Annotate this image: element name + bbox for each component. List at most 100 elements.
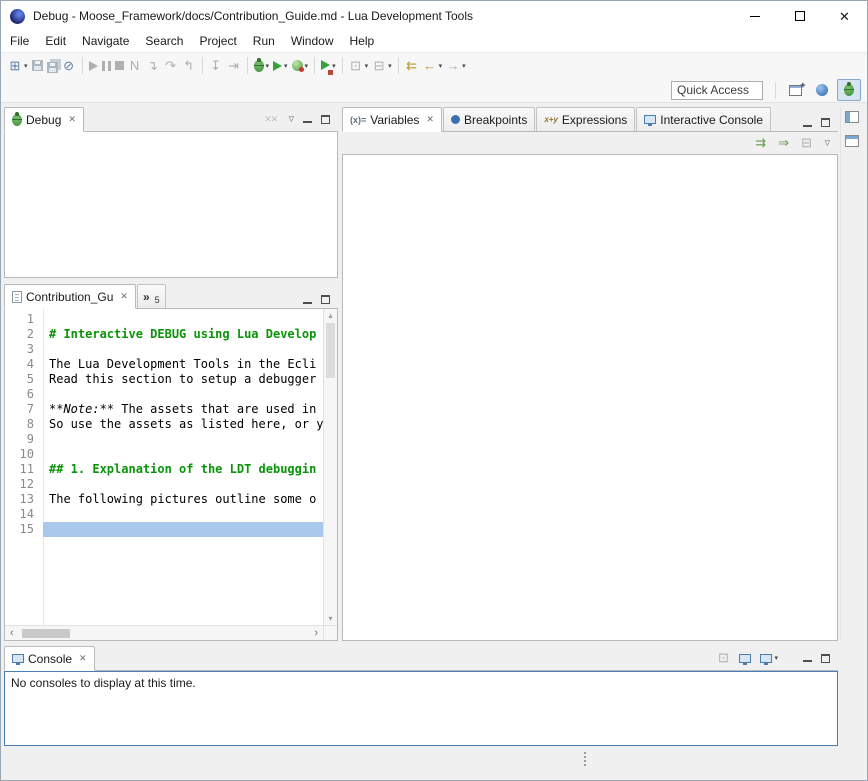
tab-contribution-guide[interactable]: Contribution_Gu ✕ xyxy=(4,284,136,309)
debug-button[interactable]: ▾ xyxy=(252,55,272,77)
debug-view: Debug ✕ ✕✕ ▽ xyxy=(4,107,338,278)
chevron-down-icon: ▾ xyxy=(305,62,309,70)
close-icon[interactable]: ✕ xyxy=(68,114,76,125)
restore-view-button-2[interactable] xyxy=(845,135,859,147)
save-button[interactable] xyxy=(30,55,45,77)
tab-debug[interactable]: Debug ✕ xyxy=(4,107,84,132)
open-perspective-icon xyxy=(789,85,802,96)
suspend-button[interactable] xyxy=(100,55,113,77)
last-edit-location-button[interactable]: ⇇ xyxy=(403,55,421,77)
menu-item[interactable]: Search xyxy=(137,31,191,52)
show-columns-button[interactable]: ⇒ xyxy=(777,135,791,151)
debug-view-content xyxy=(4,132,338,278)
tab-variables[interactable]: (x)= Variables ✕ xyxy=(342,107,442,132)
step-filters-button[interactable]: ⇥ xyxy=(225,55,243,77)
menu-item[interactable]: Edit xyxy=(37,31,74,52)
minimize-view-button[interactable] xyxy=(803,659,812,662)
debug-perspective-button[interactable] xyxy=(837,79,861,101)
drop-to-frame-button[interactable]: ↧ xyxy=(207,55,225,77)
horizontal-scrollbar[interactable]: ‹ › xyxy=(5,625,323,640)
step-return-button[interactable]: ↰ xyxy=(180,55,198,77)
terminate-icon xyxy=(115,61,124,70)
vertical-scroll-thumb[interactable] xyxy=(326,323,335,378)
tab-interactive-console[interactable]: Interactive Console xyxy=(636,107,771,131)
menu-item[interactable]: Navigate xyxy=(74,31,137,52)
quick-access-row: Quick Access xyxy=(1,78,867,102)
resume-button[interactable] xyxy=(87,55,100,77)
plain-text: The following pictures outline some o xyxy=(49,492,316,506)
console-tabbar: Console ✕ ⊡ ▾ xyxy=(4,646,838,671)
view-menu-icon[interactable]: ▽ xyxy=(289,115,294,123)
forward-button[interactable]: →▾ xyxy=(444,55,468,77)
show-logical-structure-button[interactable]: ⇉ xyxy=(754,135,768,151)
editor-tab-overflow[interactable]: » 5 xyxy=(137,284,166,308)
open-console-page-button[interactable]: ⊡ xyxy=(716,650,730,666)
line-number: 4 xyxy=(5,357,43,372)
step-into-button[interactable]: ↴ xyxy=(144,55,162,77)
scroll-down-icon[interactable]: ▾ xyxy=(328,614,332,623)
debug-view-toolbar: ✕✕ ▽ xyxy=(264,111,338,131)
variables-view: (x)= Variables ✕ Breakpoints x+y Express… xyxy=(342,107,838,641)
chevron-down-icon: ▾ xyxy=(462,62,466,70)
header-separator xyxy=(1,102,867,103)
plain-text: So use the assets as listed here, or y xyxy=(49,417,323,431)
remove-terminated-button[interactable]: ✕✕ xyxy=(264,111,278,127)
display-console-button[interactable] xyxy=(739,654,751,663)
close-icon[interactable]: ✕ xyxy=(120,291,128,302)
new-wizard-button[interactable]: ⊡▾ xyxy=(347,55,371,77)
restore-view-button-1[interactable] xyxy=(845,111,859,123)
status-bar-drag-handle[interactable] xyxy=(584,750,586,768)
maximize-button[interactable] xyxy=(777,1,822,31)
line-number: 5 xyxy=(5,372,43,387)
horizontal-scroll-thumb[interactable] xyxy=(22,629,70,638)
save-all-icon xyxy=(47,62,58,73)
editor-content[interactable]: 1 2 # Interactive DEBUG using Lua Develo… xyxy=(4,309,338,641)
disconnect-button[interactable]: N xyxy=(126,55,144,77)
minimize-view-button[interactable] xyxy=(303,301,312,304)
skip-breakpoints-button[interactable]: ⊘ xyxy=(60,55,78,77)
view-menu-icon[interactable]: ▽ xyxy=(825,139,830,147)
scroll-up-icon[interactable]: ▴ xyxy=(328,311,332,320)
quick-access-input[interactable]: Quick Access xyxy=(671,81,763,100)
back-button[interactable]: ←▾ xyxy=(421,55,445,77)
run-button[interactable]: ▾ xyxy=(271,55,290,77)
minimize-button[interactable] xyxy=(732,1,777,31)
external-tools-button[interactable]: ▾ xyxy=(319,55,338,77)
variables-content xyxy=(342,154,838,641)
menu-item[interactable]: Project xyxy=(191,31,244,52)
minimize-view-button[interactable] xyxy=(303,120,312,123)
collapse-all-button[interactable]: ⊟ xyxy=(800,135,814,151)
minimize-view-button[interactable] xyxy=(803,124,812,127)
tab-breakpoints[interactable]: Breakpoints xyxy=(443,107,535,131)
console-icon xyxy=(12,654,24,663)
maximize-view-button[interactable] xyxy=(321,295,330,304)
close-button[interactable]: ✕ xyxy=(822,1,867,31)
menu-item[interactable]: Run xyxy=(245,31,283,52)
tab-label: Expressions xyxy=(562,113,627,127)
open-console-dropdown-button[interactable]: ▾ xyxy=(760,654,778,663)
close-icon[interactable]: ✕ xyxy=(79,653,87,664)
menu-item[interactable]: Help xyxy=(342,31,383,52)
close-icon[interactable]: ✕ xyxy=(426,114,434,125)
disconnect-icon: N xyxy=(128,58,142,74)
terminate-button[interactable] xyxy=(113,55,126,77)
tab-console[interactable]: Console ✕ xyxy=(4,646,95,671)
menu-item[interactable]: File xyxy=(2,31,37,52)
vertical-scrollbar[interactable]: ▴ ▾ xyxy=(323,309,337,625)
tab-expressions[interactable]: x+y Expressions xyxy=(536,107,635,131)
new-button[interactable]: ⊞▾ xyxy=(6,55,30,77)
maximize-view-button[interactable] xyxy=(321,115,330,124)
open-element-button[interactable]: ⊟▾ xyxy=(370,55,394,77)
lua-perspective-button[interactable] xyxy=(810,79,834,101)
save-all-button[interactable] xyxy=(45,55,60,77)
maximize-view-button[interactable] xyxy=(821,118,830,127)
open-perspective-button[interactable] xyxy=(783,79,807,101)
menu-item[interactable]: Window xyxy=(283,31,342,52)
emphasis-text: **Note:** xyxy=(49,402,114,416)
scroll-left-icon[interactable]: ‹ xyxy=(10,627,14,639)
profile-button[interactable]: ▾ xyxy=(290,55,311,77)
step-over-button[interactable]: ↷ xyxy=(162,55,180,77)
maximize-view-button[interactable] xyxy=(821,654,830,663)
plain-text: Read this section to setup a debugger xyxy=(49,372,316,386)
scroll-right-icon[interactable]: › xyxy=(314,627,318,639)
